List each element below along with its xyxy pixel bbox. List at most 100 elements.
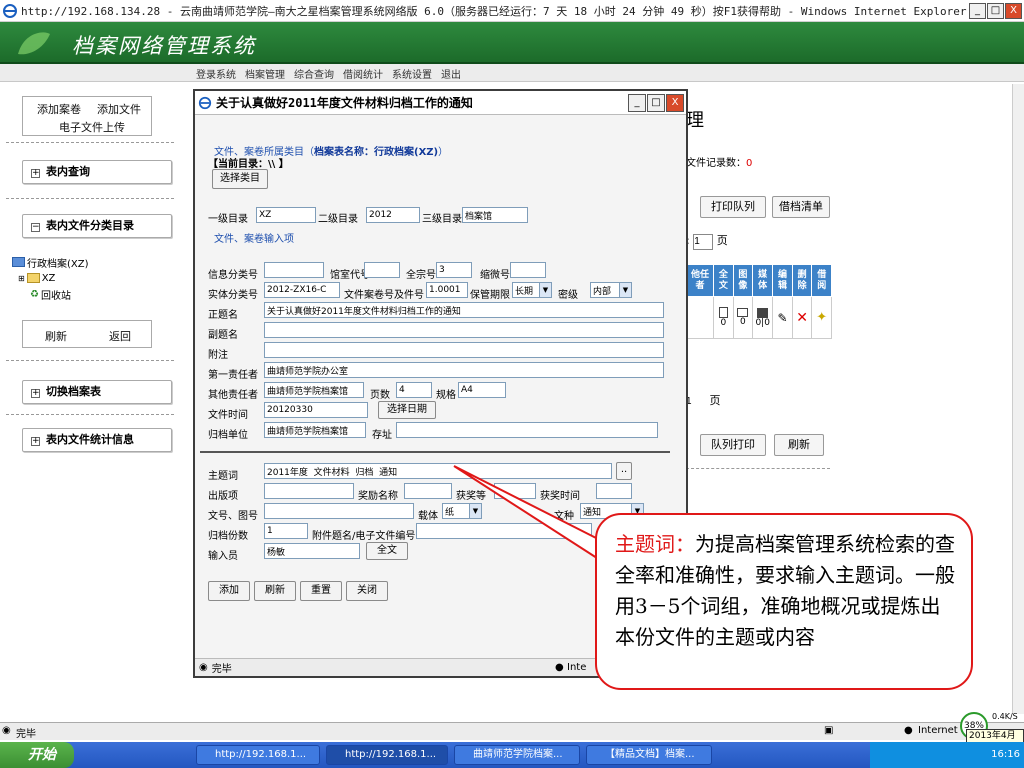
borrow-list-button[interactable]: 借档清单 [772, 196, 830, 218]
title-input[interactable] [264, 302, 664, 318]
copies-input[interactable] [264, 523, 308, 539]
close-form-button[interactable]: 关闭 [346, 581, 388, 601]
media-icon [757, 307, 769, 318]
volume-input[interactable] [426, 282, 468, 298]
task-doc[interactable]: 【精品文档】档案... [586, 745, 712, 765]
close-button[interactable]: X [1005, 2, 1022, 19]
location-input[interactable] [396, 422, 658, 438]
edit-cell[interactable]: ✎ [772, 296, 793, 339]
volume-label: 文件案卷号及件号 [344, 290, 424, 301]
micro-input[interactable] [510, 262, 546, 278]
fulltext-button[interactable]: 全文 [366, 542, 408, 560]
subtitle-input[interactable] [264, 322, 664, 338]
level2-input[interactable] [366, 207, 420, 223]
start-button[interactable]: 开始 [0, 742, 74, 768]
tree-node-root[interactable]: 行政档案(XZ) [12, 254, 89, 270]
queue-print-button[interactable]: 队列打印 [700, 434, 766, 456]
refresh-button[interactable]: 刷新 [45, 328, 67, 344]
operator-input[interactable] [264, 543, 360, 559]
entity-class-input[interactable] [264, 282, 340, 298]
date-input[interactable] [264, 402, 368, 418]
add-case-button[interactable]: 添加案卷 [37, 101, 81, 117]
publication-input[interactable] [264, 483, 354, 499]
task-ppt[interactable]: 曲靖师范学院档案... [454, 745, 580, 765]
dialog-maximize-button[interactable]: □ [647, 93, 665, 112]
spec-input[interactable] [458, 382, 506, 398]
level3-input[interactable] [462, 207, 528, 223]
borrow-icon[interactable]: ✦ [816, 310, 827, 325]
fonds-input[interactable] [436, 262, 472, 278]
other-resp-input[interactable] [264, 382, 364, 398]
borrow-cell[interactable]: ✦ [811, 296, 832, 339]
media-cell[interactable]: 0|0 [752, 296, 774, 339]
taskbar: 开始 http://192.168.1... http://192.168.1.… [0, 742, 1024, 768]
pages-input[interactable] [396, 382, 432, 398]
delete-cell[interactable]: ✕ [791, 296, 813, 339]
section-query[interactable]: + 表内查询 [22, 160, 172, 184]
award-time-input[interactable] [596, 483, 632, 499]
award-name-input[interactable] [404, 483, 452, 499]
menu-query[interactable]: 综合查询 [294, 66, 334, 81]
section-catalog[interactable]: − 表内文件分类目录 [22, 214, 172, 238]
date-tooltip: 2013年4月19 [966, 729, 1024, 753]
back-button[interactable]: 返回 [109, 328, 131, 344]
dialog-minimize-button[interactable]: _ [628, 93, 646, 112]
secret-select[interactable]: 内部 ▼ [590, 282, 632, 298]
dialog-close-button[interactable]: X [666, 93, 684, 112]
award-time-label: 获奖时间 [540, 491, 580, 502]
tree-node-recycle[interactable]: ♻ 回收站 [12, 286, 89, 302]
maximize-button[interactable]: □ [987, 2, 1004, 19]
section-stats[interactable]: + 表内文件统计信息 [22, 428, 172, 452]
keyword-picker-button[interactable]: .. [616, 462, 632, 480]
collapse-icon: − [31, 222, 40, 232]
reset-button[interactable]: 重置 [300, 581, 342, 601]
archive-unit-input[interactable] [264, 422, 366, 438]
carrier-select[interactable]: 纸 ▼ [442, 503, 482, 519]
first-resp-input[interactable] [264, 362, 664, 378]
choose-date-button[interactable]: 选择日期 [378, 401, 436, 419]
copies-label: 归档份数 [208, 531, 248, 542]
info-class-input[interactable] [264, 262, 324, 278]
table-row: 0 0 0|0 ✎ ✕ ✦ [685, 296, 832, 339]
record-count: 文件记录数：0 [686, 158, 753, 169]
task-ie-1[interactable]: http://192.168.1... [196, 745, 320, 765]
keyword-input[interactable] [264, 463, 612, 479]
menu-login[interactable]: 登录系统 [196, 66, 236, 81]
vertical-scrollbar[interactable] [1012, 84, 1024, 714]
choose-category-button[interactable]: 选择类目 [212, 169, 268, 189]
page-input[interactable] [693, 233, 714, 250]
level1-input[interactable] [256, 207, 316, 223]
image-cell[interactable]: 0 [732, 296, 754, 339]
page-input-bottom[interactable] [686, 393, 706, 410]
tree-node-xz[interactable]: ⊞ XZ [12, 270, 89, 286]
print-queue-button[interactable]: 打印队列 [700, 196, 766, 218]
globe-icon: ● [904, 725, 913, 736]
expand-icon: + [31, 436, 40, 446]
retention-select[interactable]: 长期 ▼ [512, 282, 552, 298]
menu-archive[interactable]: 档案管理 [245, 66, 285, 81]
room-code-input[interactable] [364, 262, 400, 278]
upload-button[interactable]: 电子文件上传 [59, 119, 125, 135]
image-icon [737, 308, 749, 317]
fonds-label: 全宗号 [406, 270, 436, 281]
ie-icon [198, 96, 212, 109]
minimize-button[interactable]: _ [969, 2, 986, 19]
add-button[interactable]: 添加 [208, 581, 250, 601]
refresh-list-button[interactable]: 刷新 [774, 434, 824, 456]
attach-input[interactable] [416, 523, 592, 539]
award-num-input[interactable] [494, 483, 536, 499]
edit-icon[interactable]: ✎ [777, 311, 787, 325]
col-header: 他任者 [685, 264, 715, 297]
menu-stats[interactable]: 借阅统计 [343, 66, 383, 81]
fulltext-cell[interactable]: 0 [713, 296, 734, 339]
task-ie-2[interactable]: http://192.168.1... [326, 745, 448, 765]
current-directory: 【当前目录：\\ 】 [208, 159, 289, 170]
section-switch[interactable]: + 切换档案表 [22, 380, 172, 404]
note-input[interactable] [264, 342, 664, 358]
menu-settings[interactable]: 系统设置 [392, 66, 432, 81]
delete-icon[interactable]: ✕ [796, 310, 808, 326]
add-file-button[interactable]: 添加文件 [97, 101, 141, 117]
refresh-form-button[interactable]: 刷新 [254, 581, 296, 601]
doc-num-input[interactable] [264, 503, 414, 519]
menu-logout[interactable]: 退出 [441, 66, 461, 81]
